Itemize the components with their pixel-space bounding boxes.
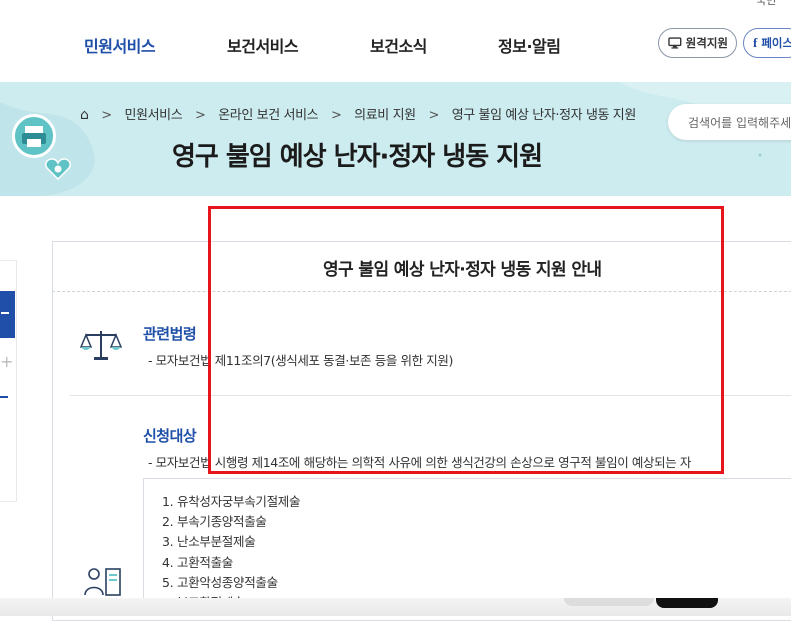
section-heading-law: 관련법령 (143, 325, 197, 343)
remote-support-label: 원격지원 (685, 36, 728, 50)
bottom-button[interactable] (564, 598, 654, 606)
minus-icon (1, 312, 9, 314)
printer-icon (12, 114, 56, 158)
remote-support-button[interactable]: 원격지원 (658, 28, 737, 58)
breadcrumb: ⌂ > 민원서비스 > 온라인 보건 서비스 > 의료비 지원 > 영구 불임 … (80, 107, 637, 123)
corner-link[interactable]: 국민 (756, 0, 776, 8)
page-banner: ⌂ > 민원서비스 > 온라인 보건 서비스 > 의료비 지원 > 영구 불임 … (0, 82, 791, 196)
page-title: 영구 불임 예상 난자·정자 냉동 지원 (172, 142, 543, 172)
list-item: 1. 유착성자궁부속기절제술 (162, 494, 301, 509)
list-item: 2. 부속기종양적출술 (162, 514, 267, 529)
breadcrumb-item[interactable]: 민원서비스 (124, 108, 182, 123)
monitor-icon (668, 37, 682, 49)
plus-icon[interactable]: + (0, 352, 13, 371)
breadcrumb-item-current[interactable]: 영구 불임 예상 난자·정자 냉동 지원 (452, 108, 637, 123)
facebook-label: 페이스 (761, 36, 791, 50)
home-icon[interactable]: ⌂ (80, 107, 89, 123)
top-navigation: 국민 민원서비스 보건서비스 보건소식 정보·알림 원격지원 f 페이스 (0, 0, 791, 82)
breadcrumb-item[interactable]: 의료비 지원 (354, 108, 416, 123)
nav-item-health-news[interactable]: 보건소식 (370, 33, 427, 57)
section-heading-eligibility: 신청대상 (143, 427, 197, 445)
side-tab-active[interactable] (0, 291, 15, 338)
list-item: 5. 고환악성종양적출술 (162, 575, 278, 590)
side-tab-indicator (0, 396, 8, 398)
list-item: 3. 난소부분절제술 (162, 534, 256, 549)
bottom-dark-button[interactable] (656, 598, 718, 608)
search-input[interactable]: 검색어를 입력해주세요 (668, 104, 791, 140)
scales-icon (79, 328, 123, 366)
facebook-icon: f (753, 35, 758, 50)
breadcrumb-item[interactable]: 온라인 보건 서비스 (218, 108, 318, 123)
list-item: 4. 고환적출술 (162, 555, 233, 570)
facebook-button[interactable]: f 페이스 (743, 28, 791, 58)
nav-item-info-notice[interactable]: 정보·알림 (498, 33, 561, 57)
nav-item-health-service[interactable]: 보건서비스 (227, 33, 299, 57)
highlight-box (208, 206, 724, 474)
nav-item-civil-service[interactable]: 민원서비스 (84, 33, 156, 57)
heart-icon (45, 158, 71, 184)
